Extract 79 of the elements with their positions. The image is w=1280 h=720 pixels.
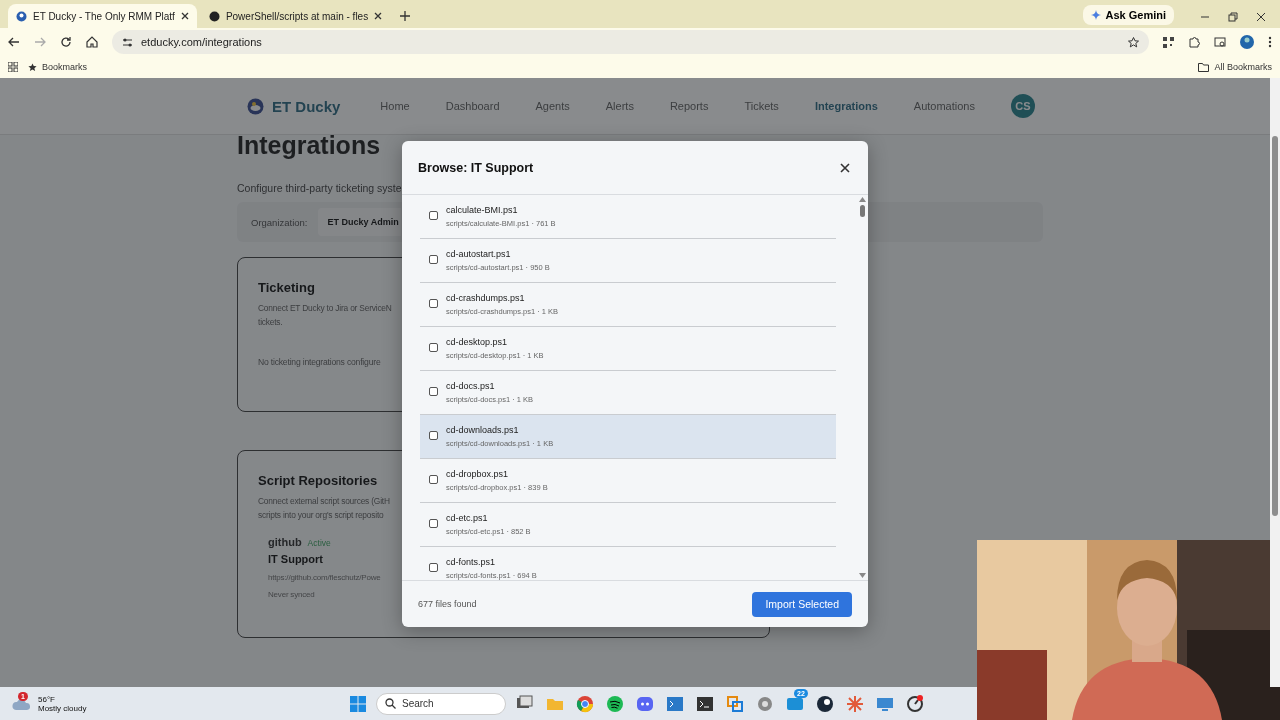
card-description: tickets.	[258, 316, 283, 329]
repo-provider: github	[268, 536, 302, 548]
file-name: cd-fonts.ps1	[446, 557, 497, 567]
repo-url: https://github.com/fleschutz/Powe	[268, 573, 381, 582]
restore-icon[interactable]	[1228, 12, 1238, 22]
sparkle-icon	[1091, 10, 1102, 20]
checkbox[interactable]	[429, 387, 438, 396]
checkbox[interactable]	[429, 563, 438, 572]
home-icon[interactable]	[86, 36, 98, 48]
checkbox[interactable]	[429, 475, 438, 484]
scrollbar-thumb[interactable]	[859, 205, 865, 217]
apps-grid-icon[interactable]	[8, 62, 18, 72]
card-title: Script Repositories	[258, 473, 378, 488]
spark-icon[interactable]	[846, 694, 864, 713]
file-name: cd-dropbox.ps1	[446, 469, 510, 479]
qr-code-icon[interactable]	[1163, 36, 1174, 48]
scroll-down-icon[interactable]	[858, 573, 866, 578]
sliders-icon	[122, 36, 133, 48]
windows-logo-icon[interactable]	[350, 695, 366, 712]
checkbox[interactable]	[429, 343, 438, 352]
browser-tab[interactable]: PowerShell/scripts at main - fles	[200, 4, 391, 28]
checkbox[interactable]	[429, 431, 438, 440]
profile-avatar-icon[interactable]	[1240, 35, 1254, 49]
file-name: calculate-BMI.ps1	[446, 205, 519, 215]
organization-label: Organization:	[251, 216, 308, 228]
ask-gemini-button[interactable]: Ask Gemini	[1083, 5, 1174, 25]
sync-status: Never synced	[268, 590, 315, 599]
card-description: scripts into your org's script reposito	[258, 509, 384, 522]
tab-search-icon[interactable]	[1214, 36, 1226, 48]
organization-select[interactable]: ET Ducky Admin	[317, 208, 401, 236]
taskbar-search[interactable]: Search	[376, 692, 506, 715]
browser-tab[interactable]: ET Ducky - The Only RMM Platf	[8, 4, 197, 28]
import-selected-button[interactable]: Import Selected	[752, 591, 852, 617]
star-icon[interactable]	[1128, 36, 1139, 48]
kebab-menu-icon[interactable]	[1268, 36, 1272, 48]
squares-icon[interactable]	[726, 694, 744, 713]
address-bar[interactable]: etducky.com/integrations	[112, 30, 1149, 54]
puzzle-icon[interactable]	[1188, 36, 1200, 48]
checkbox[interactable]	[429, 255, 438, 264]
dialog-title: Browse: IT Support	[418, 160, 534, 175]
checkbox[interactable]	[429, 519, 438, 528]
chat-app-icon[interactable]	[636, 694, 654, 713]
card-description: Connect ET Ducky to Jira or ServiceN	[258, 302, 392, 315]
temperature: 56°F	[38, 694, 56, 704]
page-description: Configure third-party ticketing syste	[237, 182, 403, 194]
back-arrow-icon[interactable]	[8, 36, 20, 48]
folder-icon	[1198, 62, 1210, 72]
weather-condition: Mostly cloudy	[38, 703, 87, 713]
page-title: Integrations	[237, 131, 382, 160]
checkbox[interactable]	[429, 211, 438, 220]
gauge-icon[interactable]	[906, 694, 924, 713]
close-button[interactable]	[838, 160, 852, 175]
file-name: cd-crashdumps.ps1	[446, 293, 526, 303]
scrollbar[interactable]	[1270, 78, 1280, 687]
checkbox[interactable]	[429, 299, 438, 308]
close-icon[interactable]	[374, 12, 383, 20]
file-name: cd-desktop.ps1	[446, 337, 509, 347]
search-icon	[385, 698, 396, 709]
close-icon[interactable]	[1256, 12, 1266, 22]
card-description: Connect external script sources (GitH	[258, 495, 390, 508]
file-name: cd-docs.ps1	[446, 381, 496, 391]
bookmarks-link[interactable]: Bookmarks	[28, 62, 87, 72]
file-name: cd-downloads.ps1	[446, 425, 520, 435]
brand-name: ET Ducky	[272, 97, 341, 115]
reload-icon[interactable]	[60, 36, 72, 48]
card-title: Ticketing	[258, 280, 315, 295]
file-count: 677 files found	[418, 599, 477, 609]
file-name: cd-autostart.ps1	[446, 249, 512, 259]
empty-message: No ticketing integrations configure	[258, 357, 381, 367]
browser-icon[interactable]	[576, 694, 594, 713]
music-app-icon[interactable]	[606, 694, 624, 713]
all-bookmarks-link[interactable]: All Bookmarks	[1198, 62, 1272, 72]
star-icon	[28, 62, 37, 72]
close-icon[interactable]	[180, 12, 189, 20]
plus-icon[interactable]	[400, 11, 411, 21]
file-name: cd-etc.ps1	[446, 513, 489, 523]
repo-name: IT Support	[268, 553, 323, 565]
terminal-icon[interactable]	[696, 694, 714, 713]
status-label: Active	[307, 538, 331, 548]
